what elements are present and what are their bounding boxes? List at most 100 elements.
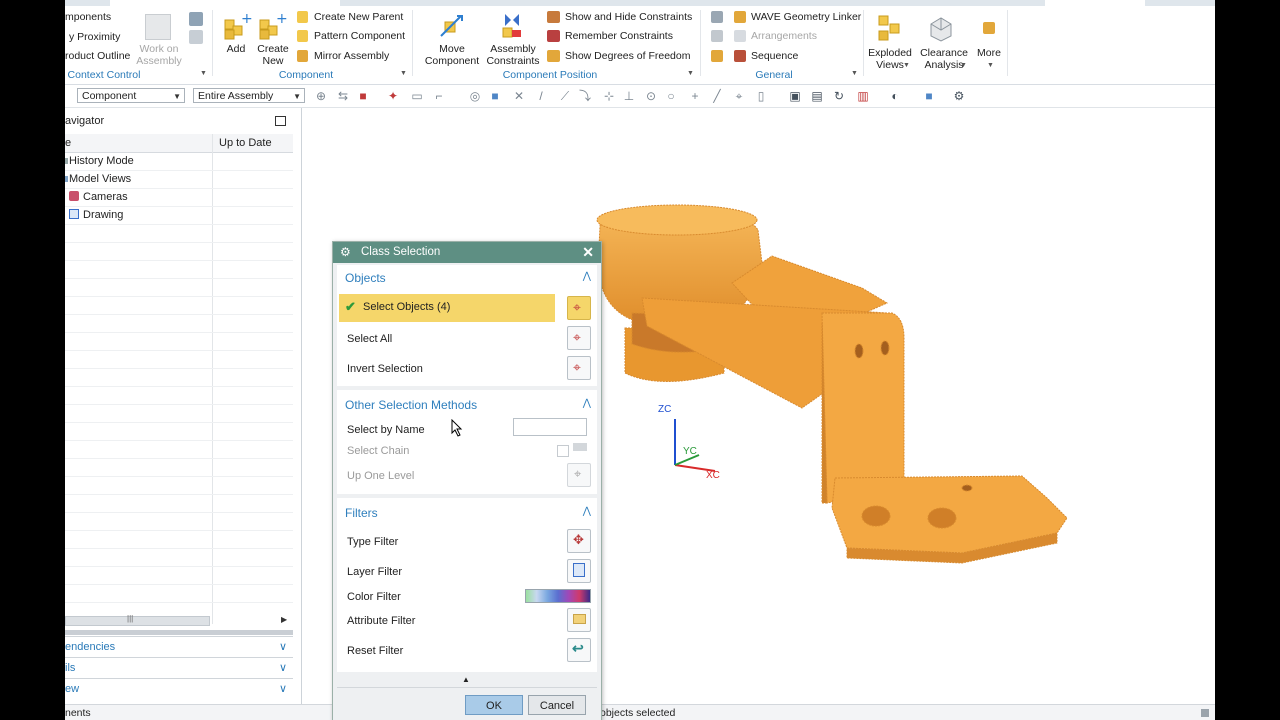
reset-filter-button[interactable]: ↩ (567, 638, 591, 662)
general-small-icon-2[interactable] (711, 30, 723, 42)
move-component-button[interactable]: Move Component (423, 43, 481, 67)
remember-constraints-button[interactable]: Remember Constraints (565, 30, 673, 42)
invert-selection-button[interactable]: ⌖ (567, 356, 591, 380)
resize-grip-icon[interactable] (1201, 709, 1209, 717)
mirror-assembly-button[interactable]: Mirror Assembly (314, 50, 389, 62)
snap-arc-icon[interactable]: ⤵ (579, 90, 591, 102)
select-objects-button[interactable]: ⌖ (567, 296, 591, 320)
horizontal-scrollbar[interactable]: ||| ▶ (65, 614, 293, 628)
snap-end-icon[interactable]: ⟋ (559, 90, 571, 102)
type-filter-combo[interactable]: Component ▼ (77, 88, 185, 103)
rotate-icon[interactable]: ↻ (833, 90, 845, 102)
panel-details[interactable]: ils ∨ (65, 657, 293, 678)
ok-button[interactable]: OK (465, 695, 523, 715)
cancel-button[interactable]: Cancel (528, 695, 586, 715)
filters-header[interactable]: Filters (345, 506, 378, 520)
add-button[interactable]: Add (222, 43, 250, 55)
assembly-constraints-button[interactable]: Assembly Constraints (484, 43, 542, 67)
list-item[interactable]: History Mode (65, 152, 293, 171)
select-by-name-input[interactable] (513, 418, 587, 436)
general-small-icon-1[interactable] (711, 11, 723, 23)
ctx-item-product-outline[interactable]: roduct Outline (65, 50, 130, 62)
filter-icon[interactable]: ⇆ (337, 90, 349, 102)
chevron-up-icon[interactable]: ⋀ (583, 398, 591, 409)
scope-combo[interactable]: Entire Assembly ▼ (193, 88, 305, 103)
snap-mid-icon[interactable]: ⊹ (603, 90, 615, 102)
snap-tangent-icon[interactable]: ⊥ (623, 90, 635, 102)
column-up-to-date[interactable]: Up to Date (219, 134, 272, 152)
panel-dependencies[interactable]: endencies ∨ (65, 636, 293, 657)
maximize-icon[interactable] (275, 116, 286, 126)
dropdown-caret[interactable]: ▼ (903, 62, 910, 69)
snap-cross-icon[interactable]: + (689, 90, 701, 102)
edit-section-icon[interactable]: ⚙ (953, 90, 965, 102)
chevron-up-icon[interactable]: ⋀ (583, 271, 591, 282)
orient-view-icon[interactable]: ▥ (857, 90, 869, 102)
context-small-icon-2[interactable] (189, 30, 203, 44)
display-cube-icon[interactable]: ■ (923, 90, 935, 102)
select-objects-row[interactable]: ✔ Select Objects (4) (339, 294, 555, 322)
pattern-component-button[interactable]: Pattern Component (314, 30, 405, 42)
objects-header[interactable]: Objects (345, 271, 386, 285)
group-expand-caret[interactable]: ▼ (200, 70, 207, 77)
snap-grid-icon[interactable]: ⌖ (733, 90, 745, 102)
ctx-item-proximity[interactable]: y Proximity (69, 31, 120, 43)
part-icon[interactable]: ◎ (469, 90, 481, 102)
select-all-icon[interactable]: ■ (357, 90, 369, 102)
list-item[interactable]: Cameras (65, 188, 293, 207)
more-button[interactable]: More (973, 47, 1005, 59)
rectangle-select-icon[interactable]: ▭ (411, 90, 423, 102)
snap-line-icon[interactable]: / (535, 90, 547, 102)
dialog-title-bar[interactable]: ⚙ Class Selection ✕ (333, 242, 601, 263)
wave-geometry-linker-button[interactable]: WAVE Geometry Linker (751, 11, 861, 23)
context-small-icon-1[interactable] (189, 12, 203, 26)
color-filter-swatch[interactable] (525, 589, 591, 603)
chevron-up-icon[interactable]: ⋀ (583, 506, 591, 517)
show-hide-constraints-button[interactable]: Show and Hide Constraints (565, 11, 692, 23)
snap-icon[interactable]: ✦ (387, 90, 399, 102)
snap-point-icon[interactable]: ✕ (513, 90, 525, 102)
group-expand-caret[interactable]: ▼ (851, 70, 858, 77)
layer-icon (573, 563, 585, 577)
create-new-button[interactable]: Create New (255, 43, 291, 67)
snap-circle-icon[interactable]: ○ (665, 90, 677, 102)
snap-center-icon[interactable]: ⊙ (645, 90, 657, 102)
other-methods-header[interactable]: Other Selection Methods (345, 398, 477, 412)
render-style-icon[interactable]: ◐ (889, 90, 901, 102)
group-expand-caret[interactable]: ▼ (687, 70, 694, 77)
layer-filter-button[interactable] (567, 559, 591, 583)
ctx-item-components[interactable]: mponents (65, 11, 111, 23)
up-one-level-button[interactable]: ⌖ (567, 463, 591, 487)
general-small-icon-3[interactable] (711, 50, 723, 62)
scrollbar-thumb[interactable] (65, 616, 210, 626)
empty-row (65, 278, 293, 297)
group-expand-caret[interactable]: ▼ (400, 70, 407, 77)
dropdown-caret[interactable]: ▼ (987, 62, 994, 69)
panel-splitter[interactable] (65, 630, 293, 635)
select-chain-checkbox[interactable] (557, 445, 569, 457)
show-dof-button[interactable]: Show Degrees of Freedom (565, 50, 690, 62)
list-item[interactable]: Drawing (65, 206, 293, 225)
work-on-assembly-button[interactable]: Work on Assembly (131, 43, 187, 67)
dropdown-caret[interactable]: ▼ (960, 62, 967, 69)
snap-curve-icon[interactable]: ╱ (711, 90, 723, 102)
column-name[interactable]: e (65, 134, 71, 152)
body-icon[interactable]: ■ (489, 90, 501, 102)
filter-icon[interactable]: ⊕ (315, 90, 327, 102)
snap-face-icon[interactable]: ▯ (755, 90, 767, 102)
xc-label: XC (706, 470, 720, 481)
view-fit-icon[interactable]: ▣ (789, 90, 801, 102)
list-item[interactable]: Model Views (65, 170, 293, 189)
select-all-button[interactable]: ⌖ (567, 326, 591, 350)
sequence-button[interactable]: Sequence (751, 50, 798, 62)
type-filter-button[interactable]: ✥ (567, 529, 591, 553)
arrangements-button[interactable]: Arrangements (751, 30, 817, 42)
attribute-filter-button[interactable] (567, 608, 591, 632)
lasso-icon[interactable]: ⌐ (433, 90, 445, 102)
scroll-right-icon[interactable]: ▶ (281, 615, 287, 624)
close-icon[interactable]: ✕ (582, 242, 594, 263)
panel-preview[interactable]: ew ∨ (65, 678, 293, 699)
collapse-up-icon[interactable]: ▲ (462, 675, 470, 684)
view-zoom-icon[interactable]: ▤ (811, 90, 823, 102)
create-new-parent-button[interactable]: Create New Parent (314, 11, 403, 23)
